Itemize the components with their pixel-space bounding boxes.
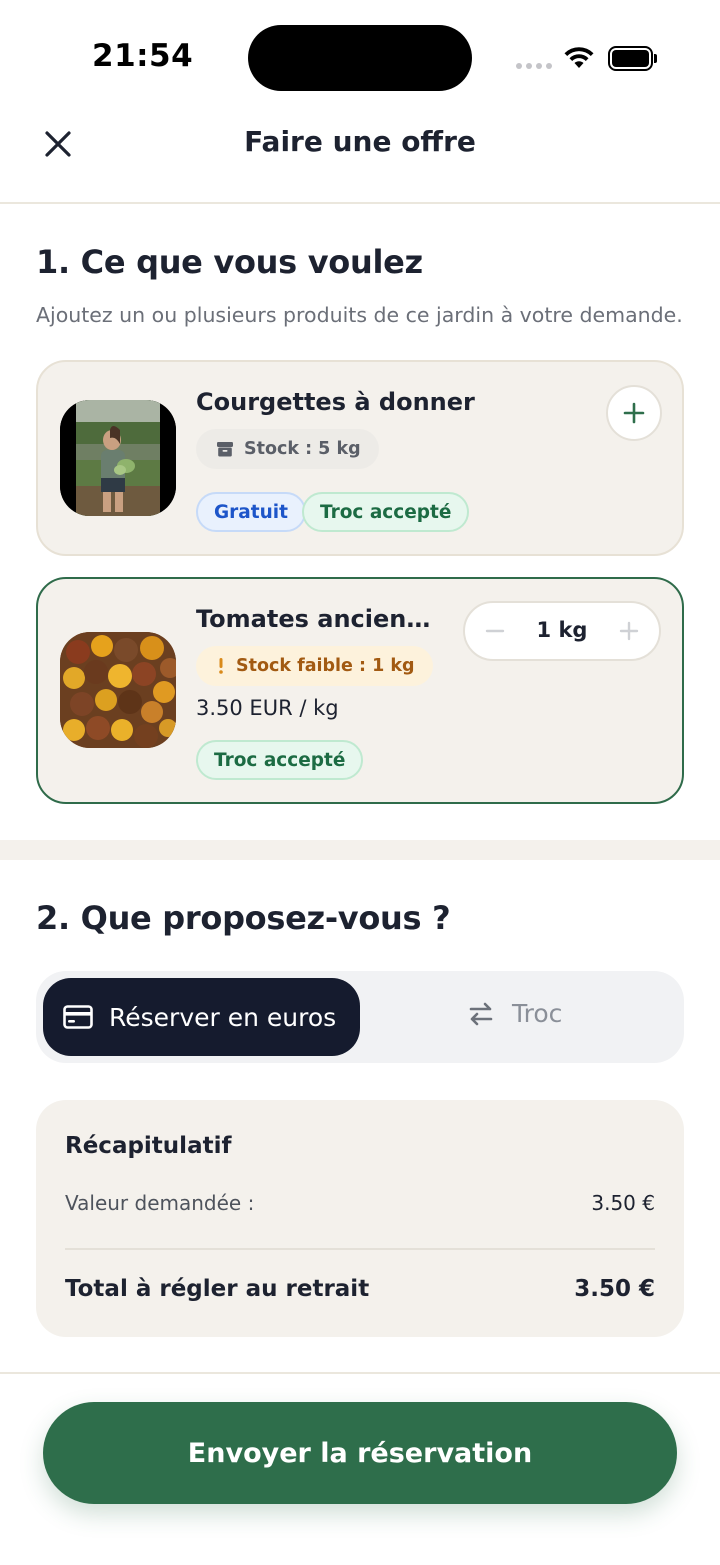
stock-badge: Stock : 5 kg	[196, 429, 379, 469]
status-bar: 21:54	[0, 0, 720, 110]
requested-value: 3.50 €	[591, 1191, 655, 1215]
section-title-request: 1. Ce que vous voulez	[36, 243, 423, 281]
product-name: Tomates anciennes	[196, 605, 444, 633]
quantity-stepper: 1 kg	[463, 601, 661, 661]
add-product-button[interactable]	[606, 385, 662, 441]
summary-card: Récapitulatif Valeur demandée : 3.50 € T…	[36, 1100, 684, 1337]
tag-barter-accepted: Troc accepté	[196, 740, 364, 780]
increment-button[interactable]	[613, 615, 645, 647]
archive-box-icon	[217, 442, 233, 457]
send-reservation-button[interactable]: Envoyer la réservation	[43, 1402, 677, 1504]
product-image-courgettes	[60, 400, 176, 516]
total-label: Total à régler au retrait	[65, 1276, 370, 1302]
option-euros[interactable]: Réserver en euros	[43, 978, 360, 1056]
exclamation-icon	[219, 658, 223, 674]
dynamic-island	[248, 25, 472, 91]
product-name: Courgettes à donner	[196, 388, 475, 416]
page-title: Faire une offre	[244, 125, 476, 158]
payment-mode-toggle: Réserver en euros Troc	[36, 971, 684, 1063]
section-title-offer: 2. Que proposez-vous ?	[36, 899, 451, 937]
option-troc-label: Troc	[512, 999, 563, 1028]
product-card[interactable]: Courgettes à donner Stock : 5 kg Gratuit…	[36, 360, 684, 556]
option-euros-label: Réserver en euros	[109, 1002, 337, 1032]
cellular-signal-icon	[516, 63, 552, 69]
option-troc[interactable]: Troc	[466, 999, 562, 1028]
tag-free: Gratuit	[196, 492, 306, 532]
section-divider	[0, 840, 720, 860]
total-value: 3.50 €	[574, 1276, 655, 1302]
footer-divider	[0, 1372, 720, 1374]
status-time: 21:54	[92, 38, 194, 74]
stock-label: Stock : 5 kg	[244, 439, 361, 459]
credit-card-icon	[63, 1005, 93, 1029]
summary-divider	[65, 1248, 655, 1250]
section-subtitle: Ajoutez un ou plusieurs produits de ce j…	[36, 303, 683, 327]
requested-value-label: Valeur demandée :	[65, 1191, 255, 1215]
wifi-icon	[564, 47, 594, 68]
swap-arrows-icon	[469, 1002, 493, 1025]
low-stock-badge: Stock faible : 1 kg	[196, 646, 433, 686]
send-reservation-label: Envoyer la réservation	[187, 1437, 533, 1469]
summary-title: Récapitulatif	[65, 1133, 232, 1159]
battery-icon	[608, 46, 657, 71]
header: Faire une offre	[0, 110, 720, 204]
tag-barter-accepted: Troc accepté	[302, 492, 470, 532]
stock-label: Stock faible : 1 kg	[236, 656, 415, 676]
product-card-selected[interactable]: Tomates anciennes Stock faible : 1 kg 3.…	[36, 577, 684, 804]
quantity-value: 1 kg	[536, 618, 588, 642]
product-price: 3.50 EUR / kg	[196, 696, 339, 720]
plus-icon	[623, 402, 645, 424]
product-image-tomatoes	[60, 632, 176, 748]
